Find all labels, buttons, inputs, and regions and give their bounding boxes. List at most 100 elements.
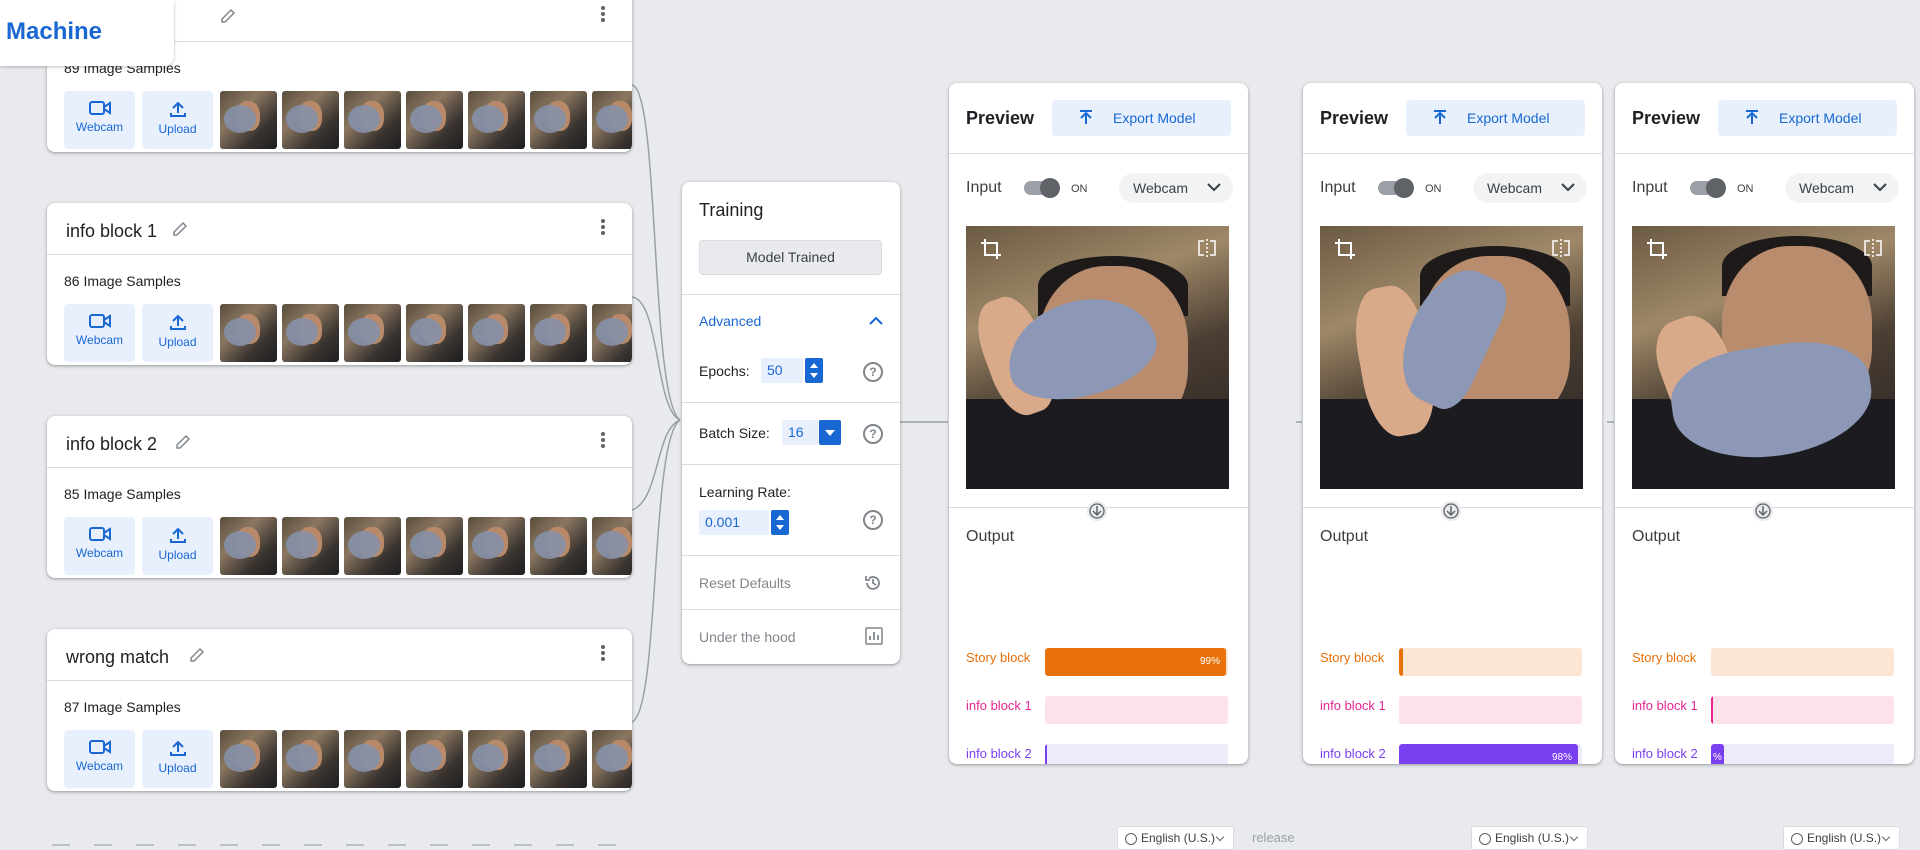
language-select[interactable]: English (U.S.) — [1117, 826, 1234, 850]
help-icon[interactable]: ? — [863, 510, 883, 530]
export-model-button[interactable]: Export Model — [1406, 100, 1585, 136]
upload-button[interactable]: Upload — [142, 304, 213, 362]
sample-thumbnail[interactable] — [220, 91, 277, 149]
learning-rate-stepper[interactable] — [771, 510, 789, 535]
sample-thumbnail[interactable] — [344, 517, 401, 575]
preview-title: Preview — [1632, 108, 1701, 128]
sample-count: 87 Image Samples — [64, 699, 181, 715]
class-name[interactable]: wrong match — [66, 647, 169, 668]
sample-thumbnail[interactable] — [406, 730, 463, 788]
sample-thumbnail[interactable] — [406, 91, 463, 149]
batch-size-select[interactable]: 16 — [782, 420, 818, 445]
arrow-down-icon[interactable] — [1087, 501, 1107, 521]
class-output-label: info block 1 — [1632, 698, 1698, 713]
input-source-select[interactable]: Webcam — [1119, 173, 1233, 203]
input-source-select[interactable]: Webcam — [1785, 173, 1899, 203]
sample-thumbnail[interactable] — [530, 517, 587, 575]
epochs-stepper[interactable] — [805, 358, 823, 383]
video-camera-icon — [88, 314, 111, 328]
under-the-hood-button[interactable]: Under the hood — [699, 629, 796, 645]
confidence-bar-fill — [1045, 744, 1047, 764]
class-name[interactable]: info block 2 — [66, 434, 157, 455]
upload-icon — [1746, 110, 1758, 124]
train-model-button[interactable]: Model Trained — [699, 240, 882, 275]
upload-button[interactable]: Upload — [142, 730, 213, 788]
reset-defaults-button[interactable]: Reset Defaults — [699, 575, 791, 591]
epochs-input[interactable]: 50 — [761, 358, 803, 383]
sample-thumbnail[interactable] — [468, 91, 525, 149]
export-model-button[interactable]: Export Model — [1718, 100, 1897, 136]
input-toggle[interactable] — [1378, 178, 1414, 198]
advanced-toggle[interactable]: Advanced — [699, 313, 761, 329]
flip-icon[interactable] — [1551, 238, 1571, 258]
sample-thumbnail[interactable] — [282, 91, 339, 149]
more-options-icon[interactable] — [600, 431, 606, 451]
learning-rate-input[interactable]: 0.001 — [699, 510, 769, 535]
webcam-button[interactable]: Webcam — [64, 304, 135, 362]
sample-thumbnail[interactable] — [220, 517, 277, 575]
sample-thumbnail[interactable] — [592, 91, 632, 149]
language-select[interactable]: English (U.S.) — [1471, 826, 1588, 850]
more-options-icon[interactable] — [600, 5, 606, 25]
sample-thumbnail[interactable] — [530, 91, 587, 149]
sample-thumbnail[interactable] — [344, 304, 401, 362]
sample-thumbnail[interactable] — [592, 517, 632, 575]
input-toggle[interactable] — [1024, 178, 1060, 198]
sample-thumbnails[interactable] — [220, 91, 632, 149]
bar-chart-icon[interactable] — [865, 627, 883, 645]
pencil-icon[interactable] — [171, 220, 189, 238]
sample-thumbnail[interactable] — [468, 730, 525, 788]
sample-thumbnail[interactable] — [530, 304, 587, 362]
sample-thumbnail[interactable] — [406, 304, 463, 362]
history-icon[interactable] — [863, 573, 883, 593]
release-link[interactable]: release — [1252, 830, 1295, 845]
crop-icon[interactable] — [1334, 238, 1356, 260]
sample-thumbnail[interactable] — [282, 304, 339, 362]
pencil-icon[interactable] — [219, 7, 237, 25]
export-model-button[interactable]: Export Model — [1052, 100, 1231, 136]
class-output-label: info block 2 — [1320, 746, 1386, 761]
class-output-label: info block 1 — [966, 698, 1032, 713]
flip-icon[interactable] — [1197, 238, 1217, 258]
sample-thumbnails[interactable] — [220, 730, 632, 788]
upload-button[interactable]: Upload — [142, 91, 213, 149]
sample-thumbnails[interactable] — [220, 304, 632, 362]
webcam-button[interactable]: Webcam — [64, 730, 135, 788]
pencil-icon[interactable] — [174, 433, 192, 451]
sample-thumbnail[interactable] — [282, 730, 339, 788]
more-options-icon[interactable] — [600, 644, 606, 664]
sample-thumbnail[interactable] — [468, 517, 525, 575]
sample-thumbnail[interactable] — [530, 730, 587, 788]
sample-thumbnail[interactable] — [282, 517, 339, 575]
sample-thumbnail[interactable] — [344, 91, 401, 149]
language-select[interactable]: English (U.S.) — [1783, 826, 1900, 850]
batch-size-dropdown[interactable] — [819, 420, 841, 445]
arrow-down-icon[interactable] — [1441, 501, 1461, 521]
video-camera-icon — [88, 527, 111, 541]
sample-thumbnails[interactable] — [220, 517, 632, 575]
sample-thumbnail[interactable] — [592, 304, 632, 362]
webcam-button[interactable]: Webcam — [64, 517, 135, 575]
arrow-down-icon[interactable] — [1753, 501, 1773, 521]
app-logo-tab[interactable]: Machine — [0, 0, 174, 66]
input-toggle[interactable] — [1690, 178, 1726, 198]
sample-thumbnail[interactable] — [406, 517, 463, 575]
class-name[interactable]: info block 1 — [66, 221, 157, 242]
sample-thumbnail[interactable] — [220, 304, 277, 362]
help-icon[interactable]: ? — [863, 424, 883, 444]
sample-thumbnail[interactable] — [344, 730, 401, 788]
crop-icon[interactable] — [980, 238, 1002, 260]
sample-thumbnail[interactable] — [220, 730, 277, 788]
flip-icon[interactable] — [1863, 238, 1883, 258]
sample-thumbnail[interactable] — [468, 304, 525, 362]
chevron-up-icon[interactable] — [868, 313, 884, 329]
more-options-icon[interactable] — [600, 218, 606, 238]
input-source-select[interactable]: Webcam — [1473, 173, 1587, 203]
webcam-button[interactable]: Webcam — [64, 91, 135, 149]
upload-button[interactable]: Upload — [142, 517, 213, 575]
stepper-arrows-icon — [776, 515, 784, 530]
crop-icon[interactable] — [1646, 238, 1668, 260]
sample-thumbnail[interactable] — [592, 730, 632, 788]
pencil-icon[interactable] — [188, 646, 206, 664]
help-icon[interactable]: ? — [863, 362, 883, 382]
